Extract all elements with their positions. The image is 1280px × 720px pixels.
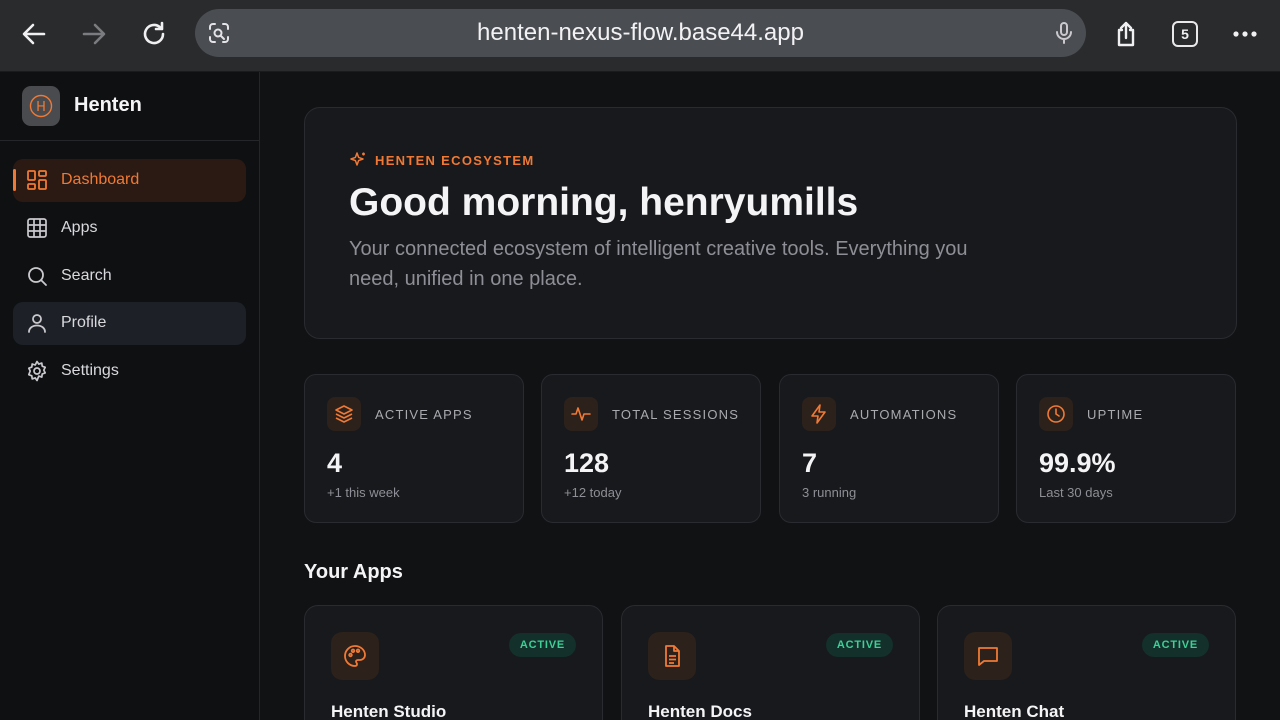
app-icon-bg (648, 632, 696, 680)
stat-card-automations: AUTOMATIONS 7 3 running (779, 374, 999, 523)
sidebar-item-label: Dashboard (61, 171, 140, 188)
app-card-henten-studio[interactable]: ACTIVE Henten Studio (304, 605, 603, 720)
app-name: Henten Studio (331, 702, 447, 720)
sidebar-item-search[interactable]: Search (13, 255, 246, 298)
stat-label: AUTOMATIONS (850, 407, 958, 422)
app-icon-bg (331, 632, 379, 680)
sidebar-item-dashboard[interactable]: Dashboard (13, 159, 246, 202)
sidebar-item-settings[interactable]: Settings (13, 350, 246, 393)
share-icon (1117, 21, 1135, 47)
arrow-left-icon (22, 23, 46, 45)
stat-icon-bg (564, 397, 598, 431)
status-badge: ACTIVE (508, 633, 576, 657)
stat-value: 99.9% (1039, 448, 1116, 478)
page-title: Good morning, henryumills (349, 181, 859, 224)
sidebar-item-apps[interactable]: Apps (13, 207, 246, 250)
section-title: Your Apps (304, 561, 403, 583)
stat-icon-bg (327, 397, 361, 431)
status-badge: ACTIVE (1141, 633, 1209, 657)
stat-label: TOTAL SESSIONS (612, 407, 740, 422)
brand: H Henten (0, 72, 259, 141)
brand-name: Henten (74, 94, 142, 116)
stat-note: +12 today (564, 485, 622, 500)
sparkle-icon (350, 152, 365, 166)
sidebar-item-label: Apps (61, 219, 98, 236)
stat-note: Last 30 days (1039, 485, 1113, 500)
stat-card-uptime: UPTIME 99.9% Last 30 days (1016, 374, 1236, 523)
lightning-icon (811, 404, 826, 424)
url-text[interactable]: henten-nexus-flow.base44.app (195, 9, 1086, 57)
address-bar[interactable]: henten-nexus-flow.base44.app (195, 9, 1086, 57)
document-icon (665, 645, 680, 667)
logo-icon: H (29, 94, 53, 118)
forward-button[interactable] (74, 14, 114, 54)
page-subtitle: Your connected ecosystem of intelligent … (349, 238, 968, 290)
reload-button[interactable] (134, 14, 174, 54)
activity-icon (571, 407, 591, 421)
microphone-icon[interactable] (1052, 21, 1076, 45)
palette-icon (344, 645, 366, 667)
more-options-button[interactable] (1225, 14, 1265, 54)
stat-icon-bg (1039, 397, 1073, 431)
browser-toolbar: henten-nexus-flow.base44.app 5 (0, 0, 1280, 72)
stat-card-total-sessions: TOTAL SESSIONS 128 +12 today (541, 374, 761, 523)
sidebar: H Henten Dashboard Apps Search Profile S… (0, 72, 260, 720)
chat-icon (978, 647, 998, 666)
status-badge: ACTIVE (825, 633, 893, 657)
stat-value: 4 (327, 448, 343, 478)
tab-count-button[interactable]: 5 (1172, 21, 1198, 47)
arrow-right-icon (82, 23, 106, 45)
stat-note: +1 this week (327, 485, 400, 500)
logo-letter: H (36, 100, 46, 115)
clock-icon (1047, 405, 1065, 423)
brand-logo[interactable]: H (22, 86, 60, 126)
sidebar-item-label: Profile (61, 314, 107, 331)
sidebar-item-profile[interactable]: Profile (13, 302, 246, 345)
stat-value: 128 (564, 448, 610, 478)
app-card-henten-docs[interactable]: ACTIVE Henten Docs (621, 605, 920, 720)
app-name: Henten Docs (648, 702, 752, 720)
dashboard-icon (27, 170, 47, 190)
stat-value: 7 (802, 448, 818, 478)
search-icon (28, 267, 47, 286)
stat-card-active-apps: ACTIVE APPS 4 +1 this week (304, 374, 524, 523)
app-card-henten-chat[interactable]: ACTIVE Henten Chat (937, 605, 1236, 720)
stat-label: ACTIVE APPS (375, 407, 473, 422)
sidebar-item-label: Search (61, 267, 112, 284)
more-icon (1233, 31, 1257, 37)
sidebar-item-label: Settings (61, 362, 119, 379)
user-icon (28, 314, 46, 333)
welcome-card: HENTEN ECOSYSTEM Good morning, henryumil… (304, 107, 1237, 339)
reload-icon (143, 21, 165, 45)
grid-icon (27, 218, 47, 238)
gear-icon (27, 360, 47, 382)
stat-note: 3 running (802, 485, 857, 500)
eyebrow-text: HENTEN ECOSYSTEM (375, 152, 535, 168)
stat-icon-bg (802, 397, 836, 431)
back-button[interactable] (14, 14, 54, 54)
share-button[interactable] (1106, 14, 1146, 54)
app-name: Henten Chat (964, 702, 1065, 720)
stat-label: UPTIME (1087, 407, 1144, 422)
eyebrow: HENTEN ECOSYSTEM (349, 151, 534, 169)
layers-icon (335, 405, 353, 423)
app-icon-bg (964, 632, 1012, 680)
